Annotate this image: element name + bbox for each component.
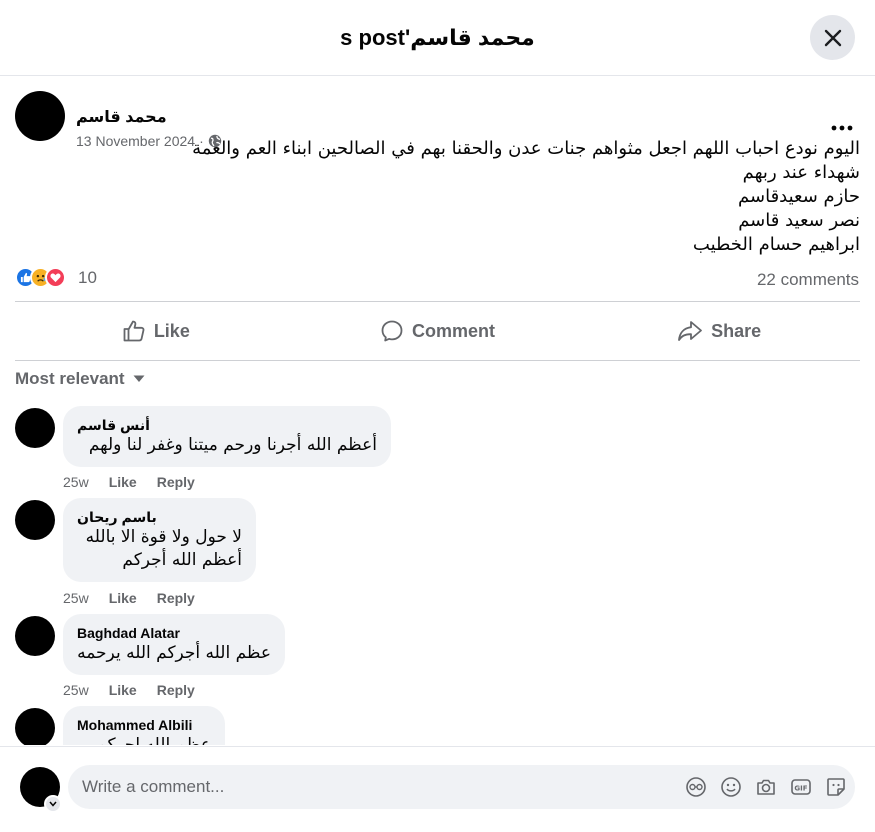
caret-down-icon [133, 375, 145, 382]
comment-footer: 25w Like Reply [63, 474, 195, 490]
avatar-sticker-button[interactable] [685, 776, 707, 798]
commenter-avatar[interactable] [15, 616, 55, 656]
svg-text:GIF: GIF [794, 785, 807, 793]
emoji-button[interactable] [720, 776, 742, 798]
post-line: نصر سعيد قاسم [738, 210, 860, 231]
profile-switch-button[interactable] [44, 795, 62, 813]
close-button[interactable] [810, 15, 855, 60]
gif-button[interactable]: GIF [790, 776, 812, 798]
gif-icon: GIF [791, 779, 811, 795]
close-icon [824, 29, 841, 46]
author-name[interactable]: محمد قاسم [76, 107, 167, 127]
more-horizontal-icon [831, 125, 853, 131]
avatar-sticker-icon [686, 777, 706, 797]
author-avatar[interactable] [15, 91, 65, 141]
dialog-title: محمد قاسم's post [340, 24, 535, 50]
sticker-icon [827, 778, 845, 796]
post-action-bar: Like Comment Share [15, 301, 860, 361]
comment-label: Comment [412, 320, 496, 341]
post-line: حازم سعيدقاسم [738, 186, 860, 207]
composer-tools: GIF [685, 776, 847, 798]
share-button[interactable]: Share [578, 302, 860, 360]
post-line: شهداء عند ربهم [742, 162, 860, 183]
comment-sort-dropdown[interactable]: Most relevant [15, 369, 145, 389]
post-body: اليوم نودع احباب اللهم اجعل مثواهم جنات … [15, 137, 860, 257]
comment-reply-link[interactable]: Reply [157, 474, 195, 490]
post-line: ابراهيم حسام الخطيب [692, 234, 860, 255]
comment-time[interactable]: 25w [63, 682, 89, 698]
chevron-down-icon [49, 801, 57, 807]
reaction-summary[interactable]: 10 [15, 267, 97, 288]
comment-text: عظم الله اجركم [96, 735, 211, 745]
comment-text: أعظم الله أجرنا ورحم ميتنا وغفر لنا ولهم [88, 435, 377, 455]
commenter-name[interactable]: Baghdad Alatar [77, 624, 271, 642]
comment-reply-link[interactable]: Reply [157, 682, 195, 698]
commenter-name[interactable]: Mohammed Albili [77, 716, 211, 734]
commenter-avatar[interactable] [15, 408, 55, 448]
comments-count[interactable]: 22 comments [757, 270, 859, 290]
camera-icon [757, 779, 775, 795]
comment-bubble: Baghdad Alatar عظم الله أجركم الله يرحمه [63, 614, 285, 675]
comment-text: لا حول ولا قوة الا بالله [85, 527, 242, 547]
share-label: Share [711, 320, 762, 341]
comment-text: أعظم الله أجركم [122, 550, 242, 570]
comment-time[interactable]: 25w [63, 590, 89, 606]
love-reaction-icon [45, 267, 66, 288]
comment-bubble: أنس قاسم أعظم الله أجرنا ورحم ميتنا وغفر… [63, 406, 391, 467]
camera-button[interactable] [755, 776, 777, 798]
post-header: محمد قاسم 13 November 2024 · [15, 91, 860, 149]
comment-text: عظم الله أجركم الله يرحمه [77, 643, 271, 663]
comment-time[interactable]: 25w [63, 474, 89, 490]
comment-composer: GIF [0, 746, 875, 832]
share-arrow-icon [678, 321, 703, 341]
post-dialog: محمد قاسم's post محمد قاسم 13 November 2… [0, 0, 875, 832]
commenter-avatar[interactable] [15, 500, 55, 540]
thumbs-up-icon [123, 320, 145, 342]
dialog-header: محمد قاسم's post [0, 0, 875, 76]
comment-like-link[interactable]: Like [109, 474, 137, 490]
commenter-avatar[interactable] [15, 708, 55, 745]
comment-footer: 25w Like Reply [63, 682, 195, 698]
commenter-name[interactable]: أنس قاسم [77, 416, 377, 434]
post-scroll-area[interactable]: محمد قاسم 13 November 2024 · اليوم نودع … [0, 77, 875, 745]
sort-label: Most relevant [15, 369, 125, 388]
sticker-button[interactable] [825, 776, 847, 798]
comment-bubble-icon [381, 320, 403, 342]
comment-reply-link[interactable]: Reply [157, 590, 195, 606]
comment-like-link[interactable]: Like [109, 682, 137, 698]
commenter-name[interactable]: باسم ريحان [77, 508, 242, 526]
comment-footer: 25w Like Reply [63, 590, 195, 606]
post-line: اليوم نودع احباب اللهم اجعل مثواهم جنات … [192, 138, 860, 159]
comment-button[interactable]: Comment [297, 302, 579, 360]
like-button[interactable]: Like [15, 302, 297, 360]
emoji-icon [721, 777, 741, 797]
comment-bubble: Mohammed Albili عظم الله اجركم [63, 706, 225, 745]
reaction-count[interactable]: 10 [78, 268, 97, 288]
like-label: Like [153, 320, 190, 341]
comment-bubble: باسم ريحان لا حول ولا قوة الا بالله أعظم… [63, 498, 256, 582]
comment-like-link[interactable]: Like [109, 590, 137, 606]
